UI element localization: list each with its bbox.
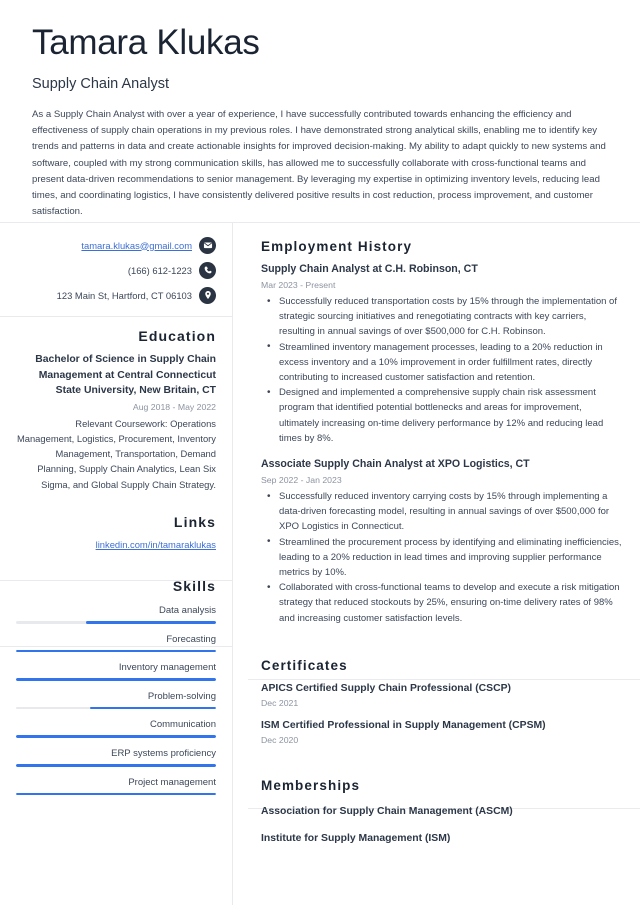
employment-role: Supply Chain Analyst at C.H. Robinson, C… (261, 263, 478, 275)
skill-row: Forecasting (16, 633, 216, 653)
skill-bar-fill (16, 735, 216, 738)
skill-bar-track (16, 706, 216, 710)
main-column: Employment History Supply Chain Analyst … (233, 223, 640, 858)
skill-bar-track (16, 649, 216, 653)
education-heading: Education (138, 328, 216, 344)
employment-dates: Sep 2022 - Jan 2023 (261, 475, 342, 486)
certificates-heading: Certificates (261, 657, 348, 673)
employment-dates: Mar 2023 - Present (261, 280, 336, 290)
skill-label: ERP systems proficiency (111, 747, 216, 759)
skill-bar-fill (16, 649, 216, 653)
education-section: Education Bachelor of Science in Supply … (16, 311, 216, 492)
employment-bullets: Successfully reduced inventory carrying … (261, 489, 624, 626)
certificate-name: ISM Certified Professional in Supply Man… (261, 719, 546, 731)
bullet-item: Collaborated with cross-functional teams… (267, 580, 624, 626)
skill-bar-track (16, 735, 216, 738)
employment-role: Associate Supply Chain Analyst at XPO Lo… (261, 458, 530, 471)
skill-bar-fill (16, 763, 216, 767)
sidebar-column: tamara.klukas@gmail.com (166) 612-1223 1… (0, 223, 232, 804)
skill-bar-track (16, 763, 216, 767)
link-item[interactable]: linkedin.com/in/tamaraklukas (16, 538, 216, 552)
job-title-subheading: Supply Chain Analyst (32, 76, 170, 92)
employment-entry: Associate Supply Chain Analyst at XPO Lo… (261, 457, 624, 626)
skill-label: Forecasting (166, 633, 216, 645)
contact-row-email[interactable]: tamara.klukas@gmail.com (16, 236, 216, 254)
skills-section: Skills Data analysis Forecasting Invento… (16, 552, 216, 796)
skill-row: Project management (16, 776, 216, 796)
contact-details-block: tamara.klukas@gmail.com (166) 612-1223 1… (16, 223, 216, 304)
memberships-section: Memberships Association for Supply Chain… (261, 755, 624, 846)
bullet-item: Successfully reduced transportation cost… (267, 294, 624, 340)
certificate-entry: ISM Certified Professional in Supply Man… (261, 718, 624, 746)
skills-heading: Skills (172, 577, 216, 594)
membership-entry: Institute for Supply Management (ISM) (261, 832, 451, 844)
skill-bar-fill (90, 706, 216, 710)
contact-row-phone[interactable]: (166) 612-1223 (16, 261, 216, 279)
page-title: Tamara Klukas (32, 23, 260, 62)
professional-summary: As a Supply Chain Analyst with over a ye… (32, 109, 606, 218)
employment-bullets: Successfully reduced transportation cost… (261, 294, 624, 446)
skill-label: Inventory management (118, 662, 216, 674)
employment-history-heading: Employment History (261, 239, 413, 254)
links-heading: Links (173, 513, 216, 530)
certificate-date: Dec 2021 (261, 697, 299, 708)
bullet-item: Streamlined inventory management process… (267, 339, 624, 386)
certificates-section: Certificates APICS Certified Supply Chai… (261, 635, 624, 746)
address-value: 123 Main St, Hartford, CT 06103 (56, 289, 192, 301)
skill-bar-fill (16, 792, 216, 796)
email-value[interactable]: tamara.klukas@gmail.com (81, 239, 192, 252)
education-degree: Bachelor of Science in Supply Chain Mana… (35, 354, 216, 396)
skill-label: Communication (150, 719, 216, 731)
skill-row: Communication (16, 718, 216, 738)
bullet-item: Successfully reduced inventory carrying … (267, 489, 624, 535)
skill-bar-fill (16, 678, 216, 681)
skill-row: ERP systems proficiency (16, 747, 216, 767)
skill-label: Problem-solving (147, 690, 216, 702)
skill-row: Data analysis (16, 604, 216, 624)
location-pin-icon (199, 286, 216, 304)
skill-label: Data analysis (158, 604, 216, 616)
employment-entry: Supply Chain Analyst at C.H. Robinson, C… (261, 262, 624, 446)
bullet-item: Streamlined the procurement process by i… (267, 534, 624, 581)
skill-bar-track (16, 678, 216, 681)
certificate-date: Dec 2020 (261, 734, 299, 745)
membership-entry: Association for Supply Chain Management … (261, 805, 513, 817)
employment-history-section: Employment History Supply Chain Analyst … (261, 223, 624, 626)
skill-label: Project management (128, 776, 216, 788)
education-dates: Aug 2018 - May 2022 (132, 401, 216, 412)
education-description: Relevant Coursework: Operations Manageme… (16, 417, 216, 490)
certificate-name: APICS Certified Supply Chain Professiona… (261, 682, 511, 694)
links-section: Links linkedin.com/in/tamaraklukas (16, 492, 216, 552)
bullet-item: Designed and implemented a comprehensive… (267, 385, 624, 446)
resume-page: Tamara Klukas Supply Chain Analyst As a … (0, 0, 640, 905)
contact-row-address[interactable]: 123 Main St, Hartford, CT 06103 (16, 286, 216, 304)
skill-bar-track (16, 620, 216, 624)
memberships-heading: Memberships (261, 777, 361, 793)
phone-value: (166) 612-1223 (127, 264, 192, 276)
skill-bar-fill (86, 620, 216, 624)
phone-icon (199, 261, 216, 279)
skill-row: Problem-solving (16, 690, 216, 710)
skill-row: Inventory management (16, 661, 216, 681)
envelope-icon (199, 236, 216, 254)
resume-header: Tamara Klukas Supply Chain Analyst As a … (0, 0, 640, 220)
certificate-entry: APICS Certified Supply Chain Professiona… (261, 681, 624, 709)
skill-bar-track (16, 792, 216, 796)
